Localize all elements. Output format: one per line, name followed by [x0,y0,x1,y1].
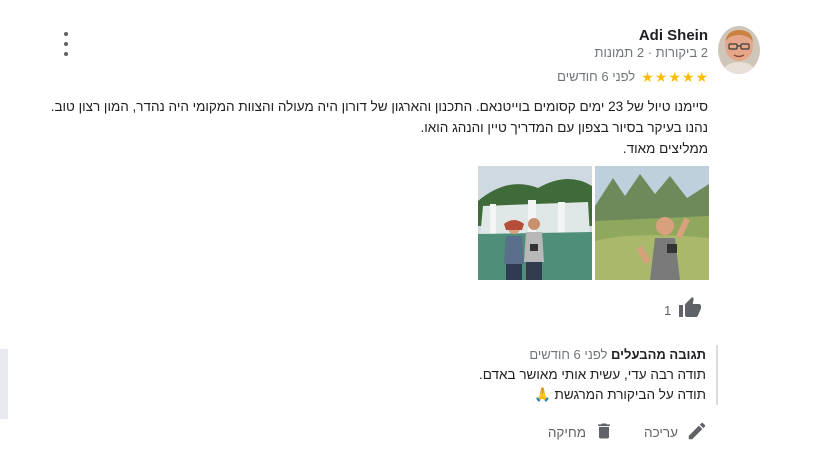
praying-hands-icon: 🙏 [533,387,551,402]
star-icon: ★ [681,68,695,85]
thumbs-up-icon[interactable] [677,296,703,325]
review-photo[interactable] [478,166,592,280]
rating-row: ★ ★ ★ ★ ★ לפני 6 חודשים [557,69,708,84]
review-line: נהנו בעיקר בסיור בצפון עם המדריך טיין וה… [420,120,708,135]
star-icon: ★ [654,68,668,85]
like-control[interactable]: 1 [664,296,703,325]
edit-button[interactable]: עריכה [644,420,708,445]
reviewer-name[interactable]: Adi Shein [639,27,708,44]
pencil-icon [686,420,708,445]
star-icon: ★ [695,68,708,85]
owner-response-header: תגובה מהבעלים לפני 6 חודשים [306,345,706,365]
review-line: סיימנו טיול של 23 ימים קסומים בוייטנאם. … [50,99,708,114]
star-rating: ★ ★ ★ ★ ★ [641,70,708,84]
owner-response-text: תודה על הביקורת המרגשת [554,387,706,402]
edit-label: עריכה [644,425,678,440]
reviewer-stats: 2 ביקורות · 2 תמונות [594,45,708,60]
dot [64,32,68,36]
owner-response-time: לפני 6 חודשים [529,347,608,362]
review-text: סיימנו טיול של 23 ימים קסומים בוייטנאם. … [28,96,708,159]
owner-response: תגובה מהבעלים לפני 6 חודשים תודה רבה עדי… [306,345,718,405]
owner-response-line: תודה רבה עדי, עשית אותי מאושר באדם. [479,367,706,382]
scrollbar-track[interactable] [0,349,8,419]
reviewer-avatar[interactable] [718,26,760,74]
delete-button[interactable]: מחיקה [548,420,614,445]
review-line: ממליצים מאוד. [622,141,708,156]
more-options-icon[interactable] [60,32,72,56]
star-icon: ★ [668,68,681,85]
owner-response-title: תגובה מהבעלים [611,347,706,362]
dot [64,52,68,56]
delete-label: מחיקה [547,425,587,440]
review-time: לפני 6 חודשים [557,69,636,84]
like-count: 1 [664,303,672,318]
dot [64,42,68,46]
owner-response-line-2: תודה על הביקורת המרגשת 🙏 [306,385,706,405]
owner-actions: עריכה מחיקה [548,420,708,445]
trash-icon [594,420,614,445]
star-icon: ★ [641,68,654,85]
review-photo[interactable] [595,166,709,280]
